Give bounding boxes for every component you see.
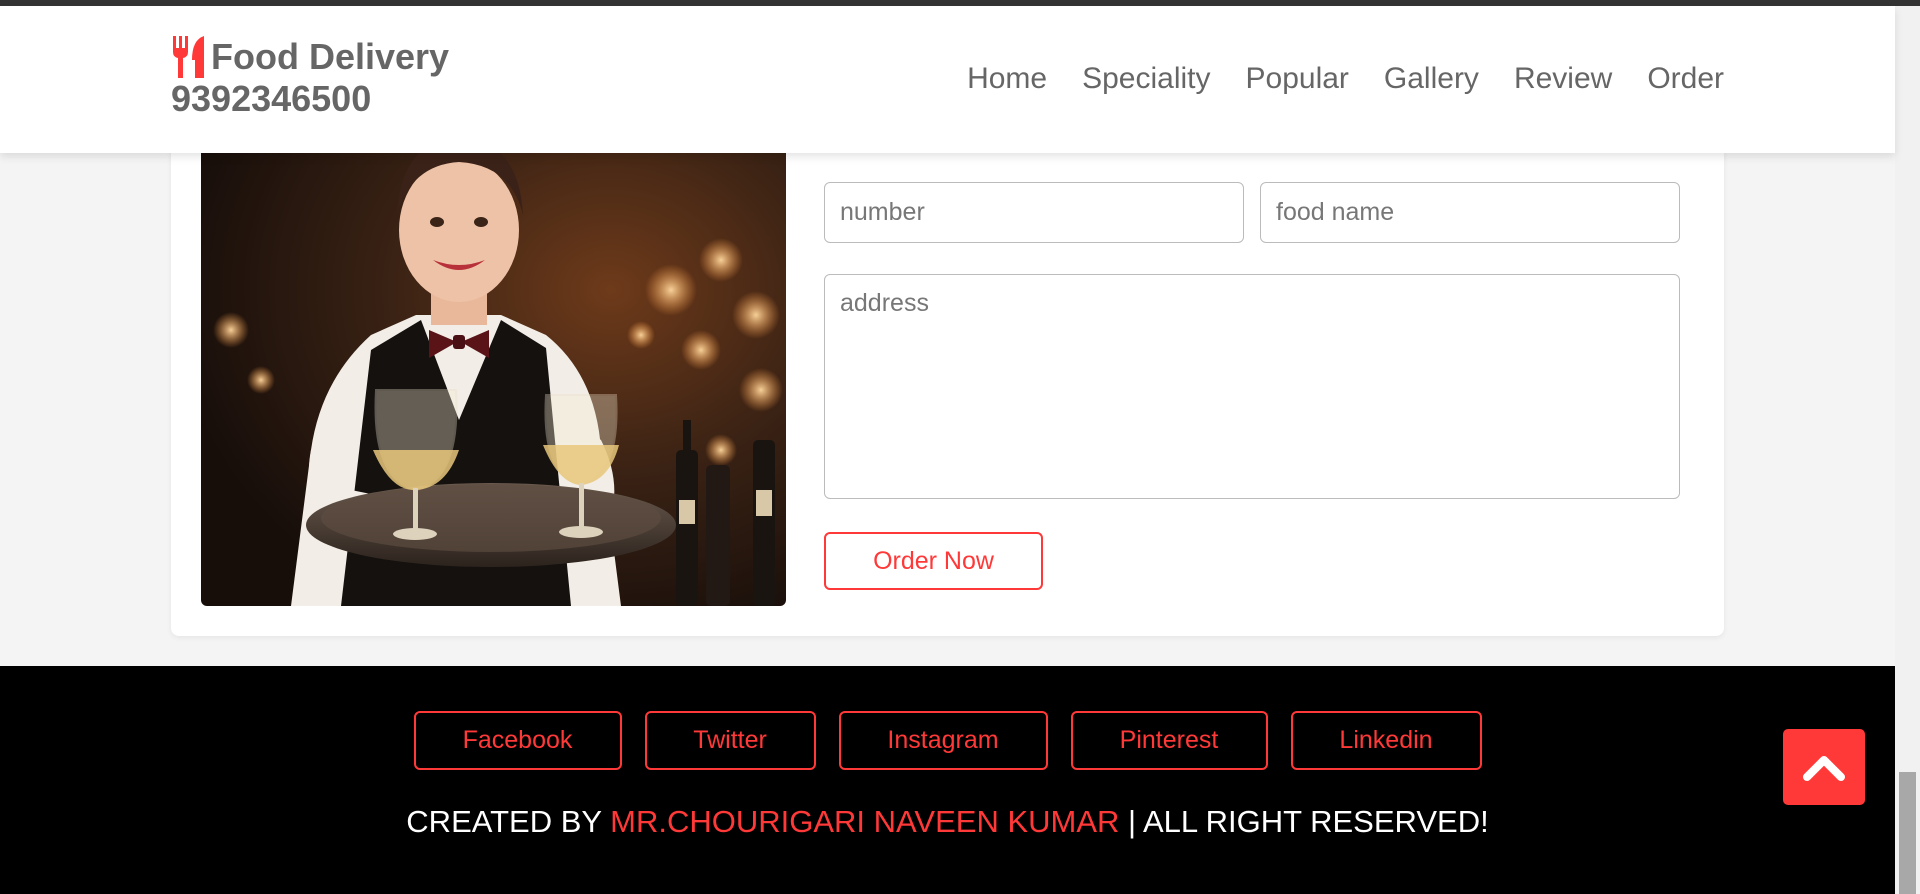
main-nav: Home Speciality Popular Gallery Review O… <box>932 62 1724 96</box>
credit-author: MR.CHOURIGARI NAVEEN KUMAR <box>610 804 1120 839</box>
credit-prefix: CREATED BY <box>406 804 602 839</box>
nav-order[interactable]: Order <box>1647 62 1724 96</box>
nav-popular[interactable]: Popular <box>1246 62 1349 96</box>
utensils-icon <box>173 36 204 78</box>
nav-home[interactable]: Home <box>967 62 1047 96</box>
vertical-scrollbar[interactable] <box>1895 6 1920 894</box>
nav-review[interactable]: Review <box>1514 62 1612 96</box>
food-name-input[interactable] <box>1260 182 1680 243</box>
order-card: Order Now <box>171 100 1724 636</box>
twitter-link[interactable]: Twitter <box>644 711 816 770</box>
site-footer: Facebook Twitter Instagram Pinterest Lin… <box>0 666 1895 894</box>
brand-name: Food Delivery <box>211 36 450 78</box>
social-links: Facebook Twitter Instagram Pinterest Lin… <box>0 711 1895 770</box>
pinterest-link[interactable]: Pinterest <box>1070 711 1268 770</box>
footer-credit: CREATED BY MR.CHOURIGARI NAVEEN KUMAR | … <box>0 804 1895 840</box>
waitress-photo <box>201 120 786 606</box>
instagram-link[interactable]: Instagram <box>838 711 1048 770</box>
order-now-button[interactable]: Order Now <box>824 532 1043 590</box>
address-textarea[interactable] <box>824 274 1680 499</box>
linkedin-link[interactable]: Linkedin <box>1290 711 1482 770</box>
chevron-up-icon <box>1803 756 1845 781</box>
scroll-to-top-button[interactable] <box>1783 729 1865 805</box>
logo[interactable]: Food Delivery 9392346500 <box>171 36 449 118</box>
nav-speciality[interactable]: Speciality <box>1082 62 1210 96</box>
scrollbar-thumb[interactable] <box>1899 772 1916 894</box>
phone-number: 9392346500 <box>171 78 372 119</box>
number-input[interactable] <box>824 182 1244 243</box>
site-header: Food Delivery 9392346500 Home Speciality… <box>0 6 1895 153</box>
nav-gallery[interactable]: Gallery <box>1384 62 1479 96</box>
credit-suffix: | ALL RIGHT RESERVED! <box>1128 804 1489 839</box>
facebook-link[interactable]: Facebook <box>413 711 622 770</box>
